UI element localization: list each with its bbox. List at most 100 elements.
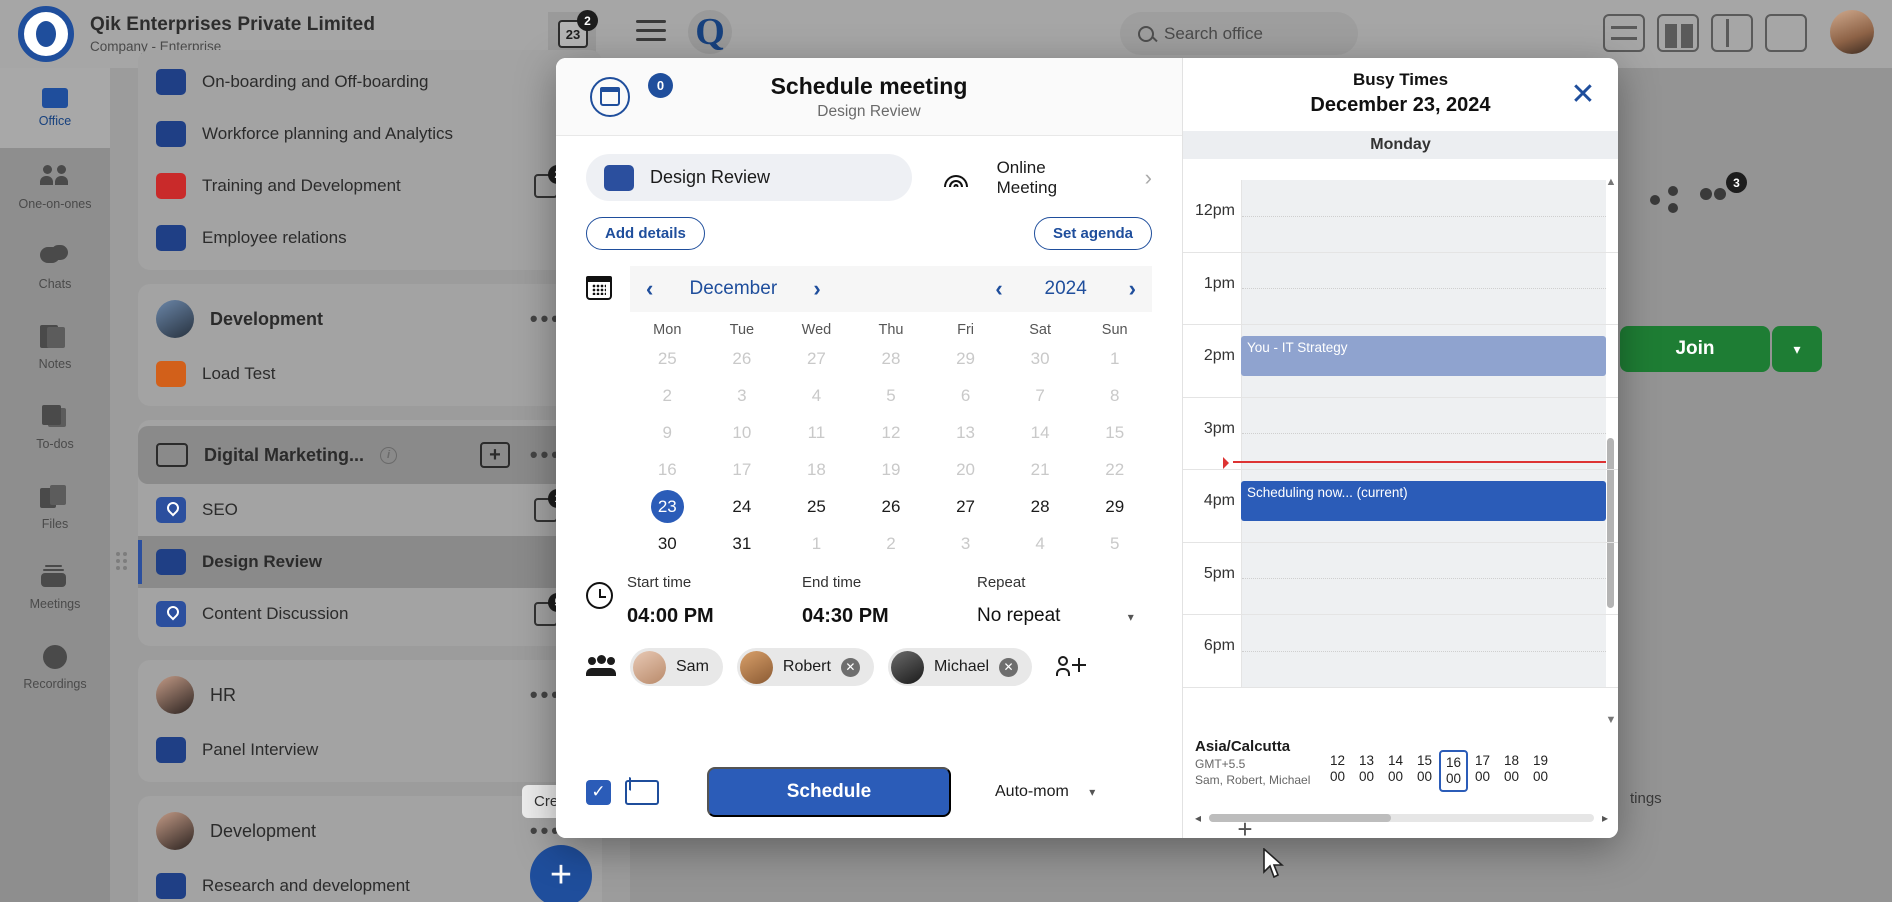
group-header-marketing[interactable]: Digital Marketing... i + ••• [138, 426, 602, 484]
list-item[interactable]: Panel Interview [138, 724, 602, 776]
prev-month-button[interactable]: ‹ [646, 276, 653, 302]
start-time-value[interactable]: 04:00 PM [627, 605, 802, 628]
join-dropdown[interactable]: ▾ [1772, 326, 1822, 372]
busy-event[interactable]: You - IT Strategy [1241, 336, 1606, 376]
calendar-day[interactable]: 31 [705, 527, 780, 560]
repeat-select[interactable]: No repeat ▾ [977, 605, 1152, 627]
dow-label: Tue [729, 322, 755, 338]
sidebar-item-notes[interactable]: Notes [0, 308, 110, 388]
meeting-title-input[interactable]: Design Review [586, 154, 912, 201]
close-icon[interactable]: ✕ [1566, 80, 1600, 114]
set-agenda-button[interactable]: Set agenda [1033, 217, 1152, 250]
list-item[interactable]: Content Discussion 5 [138, 588, 602, 640]
chevron-right-icon[interactable]: › [1145, 165, 1152, 191]
task-icon[interactable]: 1 [534, 489, 567, 522]
calendar-day[interactable]: 25 [779, 490, 854, 523]
timezone-hour[interactable]: 17 00 [1468, 750, 1497, 792]
calendar-day[interactable]: 24 [705, 490, 780, 523]
sidebar-item-chats[interactable]: Chats [0, 228, 110, 308]
scroll-left-arrow[interactable]: ◂ [1195, 811, 1201, 825]
grid-view-icon[interactable] [1657, 14, 1699, 52]
end-time-value[interactable]: 04:30 PM [802, 605, 977, 628]
participants-icon[interactable]: 3 [1698, 172, 1747, 212]
list-item[interactable]: On-boarding and Off-boarding [138, 56, 602, 108]
add-person-icon[interactable] [1056, 655, 1087, 679]
sidebar-item-one-on-ones[interactable]: One-on-ones [0, 148, 110, 228]
busy-hour-row[interactable]: 1pm [1183, 252, 1618, 325]
timezone-hour[interactable]: 18 00 [1497, 750, 1526, 792]
busy-hour-row[interactable]: 6pm [1183, 615, 1618, 688]
calendar-day-selected[interactable]: 23 [630, 490, 705, 523]
create-button[interactable]: + [530, 845, 592, 902]
busy-hour-cell[interactable] [1241, 615, 1606, 687]
calendar-day[interactable]: 27 [928, 490, 1003, 523]
calendar-day-number: 4 [1035, 534, 1045, 553]
task-icon[interactable]: 2 [534, 165, 567, 198]
task-icon[interactable]: 5 [534, 593, 567, 626]
attendee-chip[interactable]: Michael ✕ [887, 648, 1033, 686]
brand-text: Qik Enterprises Private Limited Company … [90, 14, 375, 54]
calendar-day[interactable]: 29 [1077, 490, 1152, 523]
timezone-hour[interactable]: 15 00 [1410, 750, 1439, 792]
busy-hour-cell[interactable] [1241, 542, 1606, 614]
scroll-right-arrow[interactable]: ▸ [1602, 811, 1608, 825]
search-input[interactable]: Search office [1120, 12, 1358, 55]
color-swatch [156, 173, 186, 199]
attendee-chip[interactable]: Sam [630, 648, 723, 686]
split-view-icon[interactable] [1711, 14, 1753, 52]
date-picker-icon-col [586, 266, 616, 560]
calendar-day[interactable]: 26 [854, 490, 929, 523]
auto-mom-select[interactable]: Auto-mom ▾ [995, 783, 1095, 801]
join-button[interactable]: Join [1620, 326, 1770, 372]
drag-handle-icon[interactable] [116, 552, 128, 572]
next-year-button[interactable]: › [1129, 276, 1136, 302]
menu-icon[interactable] [636, 20, 666, 46]
add-details-button[interactable]: Add details [586, 217, 705, 250]
info-icon[interactable]: i [380, 446, 398, 464]
timezone-hour[interactable]: 19 00 [1526, 750, 1555, 792]
list-item[interactable]: Training and Development 2 [138, 160, 602, 212]
notify-checkbox[interactable]: ✓ [586, 779, 611, 805]
list-item-design-review[interactable]: Design Review [116, 536, 602, 588]
group-header-hr[interactable]: HR ••• [138, 666, 602, 724]
add-time-slot-button[interactable]: + [1228, 812, 1262, 846]
remove-attendee-icon[interactable]: ✕ [999, 657, 1019, 677]
remove-attendee-icon[interactable]: ✕ [840, 657, 860, 677]
timezone-hour[interactable]: 12 00 [1323, 750, 1352, 792]
user-avatar[interactable] [1830, 10, 1874, 54]
list-item[interactable]: SEO 1 [138, 484, 602, 536]
prev-year-button[interactable]: ‹ [995, 276, 1002, 302]
timezone-hour-current[interactable]: 16 00 [1439, 750, 1468, 792]
busy-hour-cell[interactable] [1241, 397, 1606, 469]
list-view-icon[interactable] [1603, 14, 1645, 52]
timezone-hour[interactable]: 13 00 [1352, 750, 1381, 792]
busy-hour-row[interactable]: 12pm [1183, 180, 1618, 253]
next-month-button[interactable]: › [813, 276, 820, 302]
sidebar-item-office[interactable]: Office [0, 68, 110, 148]
add-project-button[interactable]: + [480, 442, 510, 468]
calendar-day[interactable]: 28 [1003, 490, 1078, 523]
list-item[interactable]: Workforce planning and Analytics [138, 108, 602, 160]
full-view-icon[interactable] [1765, 14, 1807, 52]
timezone-hour[interactable]: 14 00 [1381, 750, 1410, 792]
busy-hour-cell[interactable] [1241, 252, 1606, 324]
list-item[interactable]: Employee relations [138, 212, 602, 264]
calendar-day-number: 14 [1030, 423, 1050, 442]
sidebar-item-files[interactable]: Files [0, 468, 110, 548]
group-header-development[interactable]: Development ••• [138, 290, 602, 348]
busy-event-current[interactable]: Scheduling now... (current) [1241, 481, 1606, 521]
meeting-title-row: Design Review Online Meeting › [556, 136, 1182, 201]
busy-hour-cell[interactable] [1241, 180, 1606, 252]
calendar-day[interactable]: 30 [630, 527, 705, 560]
calendar-day: 16 [630, 453, 705, 486]
busy-hour-row[interactable]: 5pm [1183, 542, 1618, 615]
list-item[interactable]: Load Test [138, 348, 602, 400]
sidebar-item-to-dos[interactable]: To-dos [0, 388, 110, 468]
share-icon[interactable] [1650, 186, 1678, 213]
sidebar-item-meetings[interactable]: Meetings [0, 548, 110, 628]
schedule-button[interactable]: Schedule [707, 767, 951, 817]
attendee-chip[interactable]: Robert ✕ [736, 648, 874, 686]
busy-hour-row[interactable]: 3pm [1183, 397, 1618, 470]
meeting-mode-label[interactable]: Online Meeting [997, 158, 1105, 198]
sidebar-item-recordings[interactable]: Recordings [0, 628, 110, 708]
